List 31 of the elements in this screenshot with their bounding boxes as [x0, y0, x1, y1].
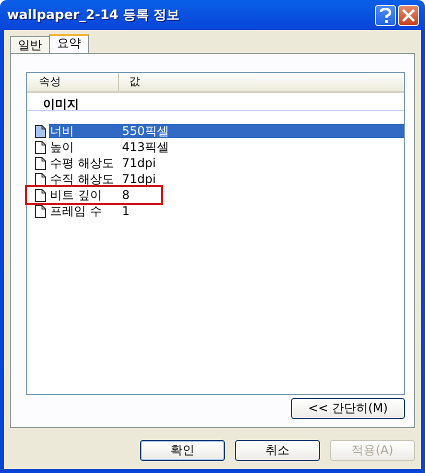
help-button[interactable] — [375, 4, 396, 26]
help-icon — [379, 8, 392, 22]
property-name[interactable]: 프레임 수 — [49, 204, 122, 218]
property-value: 71dpi — [122, 156, 156, 170]
property-name[interactable]: 높이 — [49, 140, 122, 154]
close-button[interactable] — [398, 4, 419, 26]
property-value: 71dpi — [122, 172, 156, 186]
dialog-button[interactable]: 취소 — [235, 440, 320, 461]
column-header[interactable]: 속성 — [27, 73, 119, 91]
property-name[interactable]: 너비 — [49, 124, 122, 138]
column-header[interactable]: 값 — [119, 73, 140, 91]
property-value: 1 — [122, 204, 130, 218]
tab[interactable]: 요약 — [49, 34, 89, 53]
property-value: 8 — [122, 188, 130, 202]
document-icon — [35, 156, 46, 170]
document-icon — [35, 124, 46, 138]
document-icon — [35, 172, 46, 186]
property-value: 550픽셀 — [122, 124, 404, 138]
property-name[interactable]: 수평 해상도 — [49, 156, 122, 170]
tab[interactable]: 일반 — [10, 36, 50, 53]
document-icon — [35, 204, 46, 218]
property-value: 413픽셀 — [122, 140, 169, 154]
document-icon — [35, 140, 46, 154]
simple-view-button[interactable]: << 간단히(M) — [291, 398, 405, 419]
property-name[interactable]: 수직 해상도 — [49, 172, 122, 186]
document-icon — [35, 188, 46, 202]
window-title: wallpaper_2-14 등록 정보 — [7, 7, 180, 24]
close-icon — [402, 8, 415, 22]
group-heading: 이미지 — [27, 93, 404, 111]
dialog-button[interactable]: 확인 — [140, 440, 225, 461]
property-name[interactable]: 비트 깊이 — [49, 188, 122, 202]
